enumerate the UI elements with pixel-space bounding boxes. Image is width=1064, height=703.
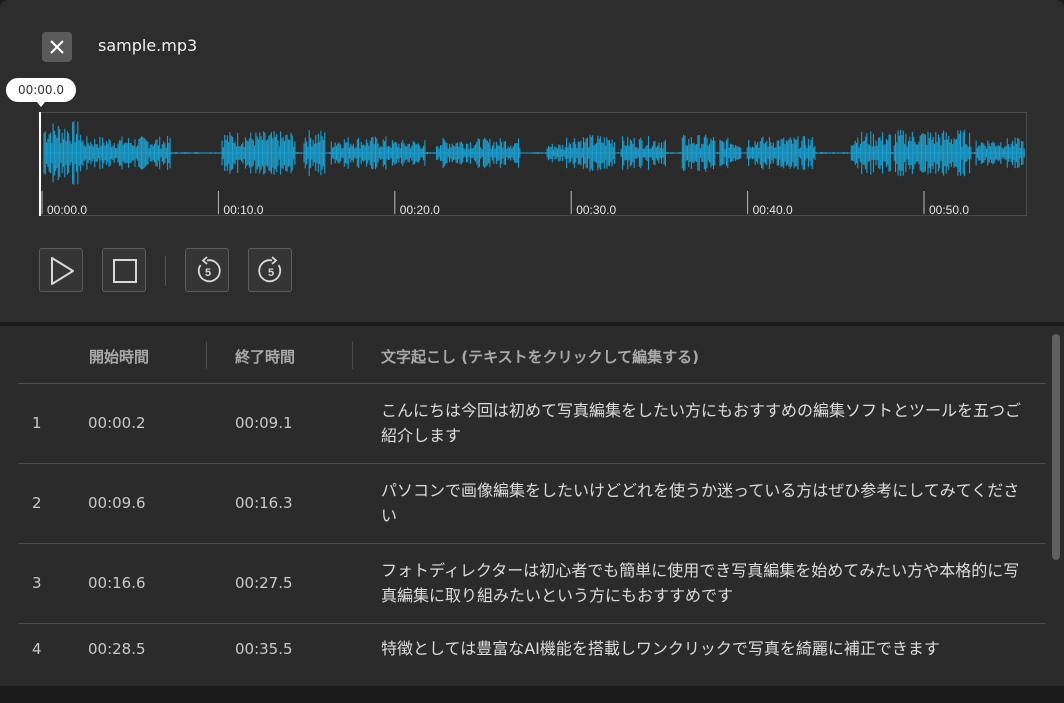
row-start-time: 00:00.2 — [88, 414, 146, 432]
column-divider — [206, 342, 207, 369]
stop-icon — [113, 259, 137, 283]
row-end-time: 00:27.5 — [235, 574, 293, 592]
row-start-time: 00:09.6 — [88, 494, 146, 512]
timeline-tick-label: 00:20.0 — [400, 203, 440, 217]
forward-5-button[interactable]: 5 — [248, 248, 292, 292]
rewind-5-icon: 5 — [197, 256, 221, 283]
stop-button[interactable] — [102, 248, 146, 292]
row-transcript-text[interactable]: フォトディレクターは初心者でも簡単に使用でき写真編集を始めてみたい方や本格的に写… — [381, 558, 1033, 608]
table-header: 開始時間 終了時間 文字起こし (テキストをクリックして編集する) — [18, 326, 1046, 384]
rewind-5-button[interactable]: 5 — [185, 248, 229, 292]
row-index: 4 — [32, 640, 42, 658]
current-time-tooltip: 00:00.0 — [6, 78, 76, 107]
column-divider — [352, 342, 353, 369]
forward-5-label: 5 — [268, 267, 274, 279]
timeline-tick-label: 00:30.0 — [576, 203, 616, 217]
timeline-tick-label: 00:00.0 — [47, 203, 87, 217]
scrollbar-thumb[interactable] — [1052, 334, 1060, 560]
row-transcript-text[interactable]: こんにちは今回は初めて写真編集をしたい方にもおすすめの編集ソフトとツールを五つご… — [381, 398, 1033, 448]
play-icon — [51, 257, 74, 285]
table-row[interactable]: 4 00:28.5 00:35.5 特徴としては豊富なAI機能を搭載しワンクリッ… — [18, 624, 1046, 703]
row-end-time: 00:35.5 — [235, 640, 293, 658]
row-index: 3 — [32, 574, 42, 592]
table-row[interactable]: 2 00:09.6 00:16.3 パソコンで画像編集をしたいけどどれを使うか迷… — [18, 464, 1046, 544]
table-row[interactable]: 3 00:16.6 00:27.5 フォトディレクターは初心者でも簡単に使用でき… — [18, 544, 1046, 624]
row-end-time: 00:09.1 — [235, 414, 293, 432]
player-panel: sample.mp3 00:00.0 00:00.0 00:10.0 00:20.0… — [0, 0, 1064, 322]
row-end-time: 00:16.3 — [235, 494, 293, 512]
waveform[interactable]: 00:00.0 00:10.0 00:20.0 00:30.0 00:40.0 00:50… — [40, 112, 1027, 217]
row-index: 2 — [32, 494, 42, 512]
timeline-tick-label: 00:10.0 — [223, 203, 263, 217]
rewind-5-label: 5 — [205, 267, 211, 279]
play-button[interactable] — [39, 248, 83, 292]
row-index: 1 — [32, 414, 42, 432]
playhead[interactable] — [39, 112, 41, 216]
table-row[interactable]: 1 00:00.2 00:09.1 こんにちは今回は初めて写真編集をしたい方にも… — [18, 384, 1046, 464]
column-start-time[interactable]: 開始時間 — [89, 346, 149, 367]
close-button[interactable] — [42, 32, 72, 62]
timeline-tick-label: 00:40.0 — [753, 203, 793, 217]
column-end-time[interactable]: 終了時間 — [235, 346, 295, 367]
file-name: sample.mp3 — [98, 36, 198, 55]
controls-divider — [165, 256, 166, 286]
row-start-time: 00:16.6 — [88, 574, 146, 592]
row-transcript-text[interactable]: パソコンで画像編集をしたいけどどれを使うか迷っている方はぜひ参考にしてみてくださ… — [381, 478, 1033, 528]
column-transcript[interactable]: 文字起こし (テキストをクリックして編集する) — [381, 346, 699, 367]
row-transcript-text[interactable]: 特徴としては豊富なAI機能を搭載しワンクリックで写真を綺麗に補正できます — [381, 636, 1033, 661]
forward-5-icon: 5 — [258, 256, 282, 283]
close-icon — [50, 40, 64, 54]
row-start-time: 00:28.5 — [88, 640, 146, 658]
timeline-tick-label: 00:50.0 — [929, 203, 969, 217]
waveform-graphic: 00:00.0 00:10.0 00:20.0 00:30.0 00:40.0 00:50… — [41, 121, 1025, 217]
transcript-panel: 開始時間 終了時間 文字起こし (テキストをクリックして編集する) 1 00:0… — [0, 326, 1064, 686]
